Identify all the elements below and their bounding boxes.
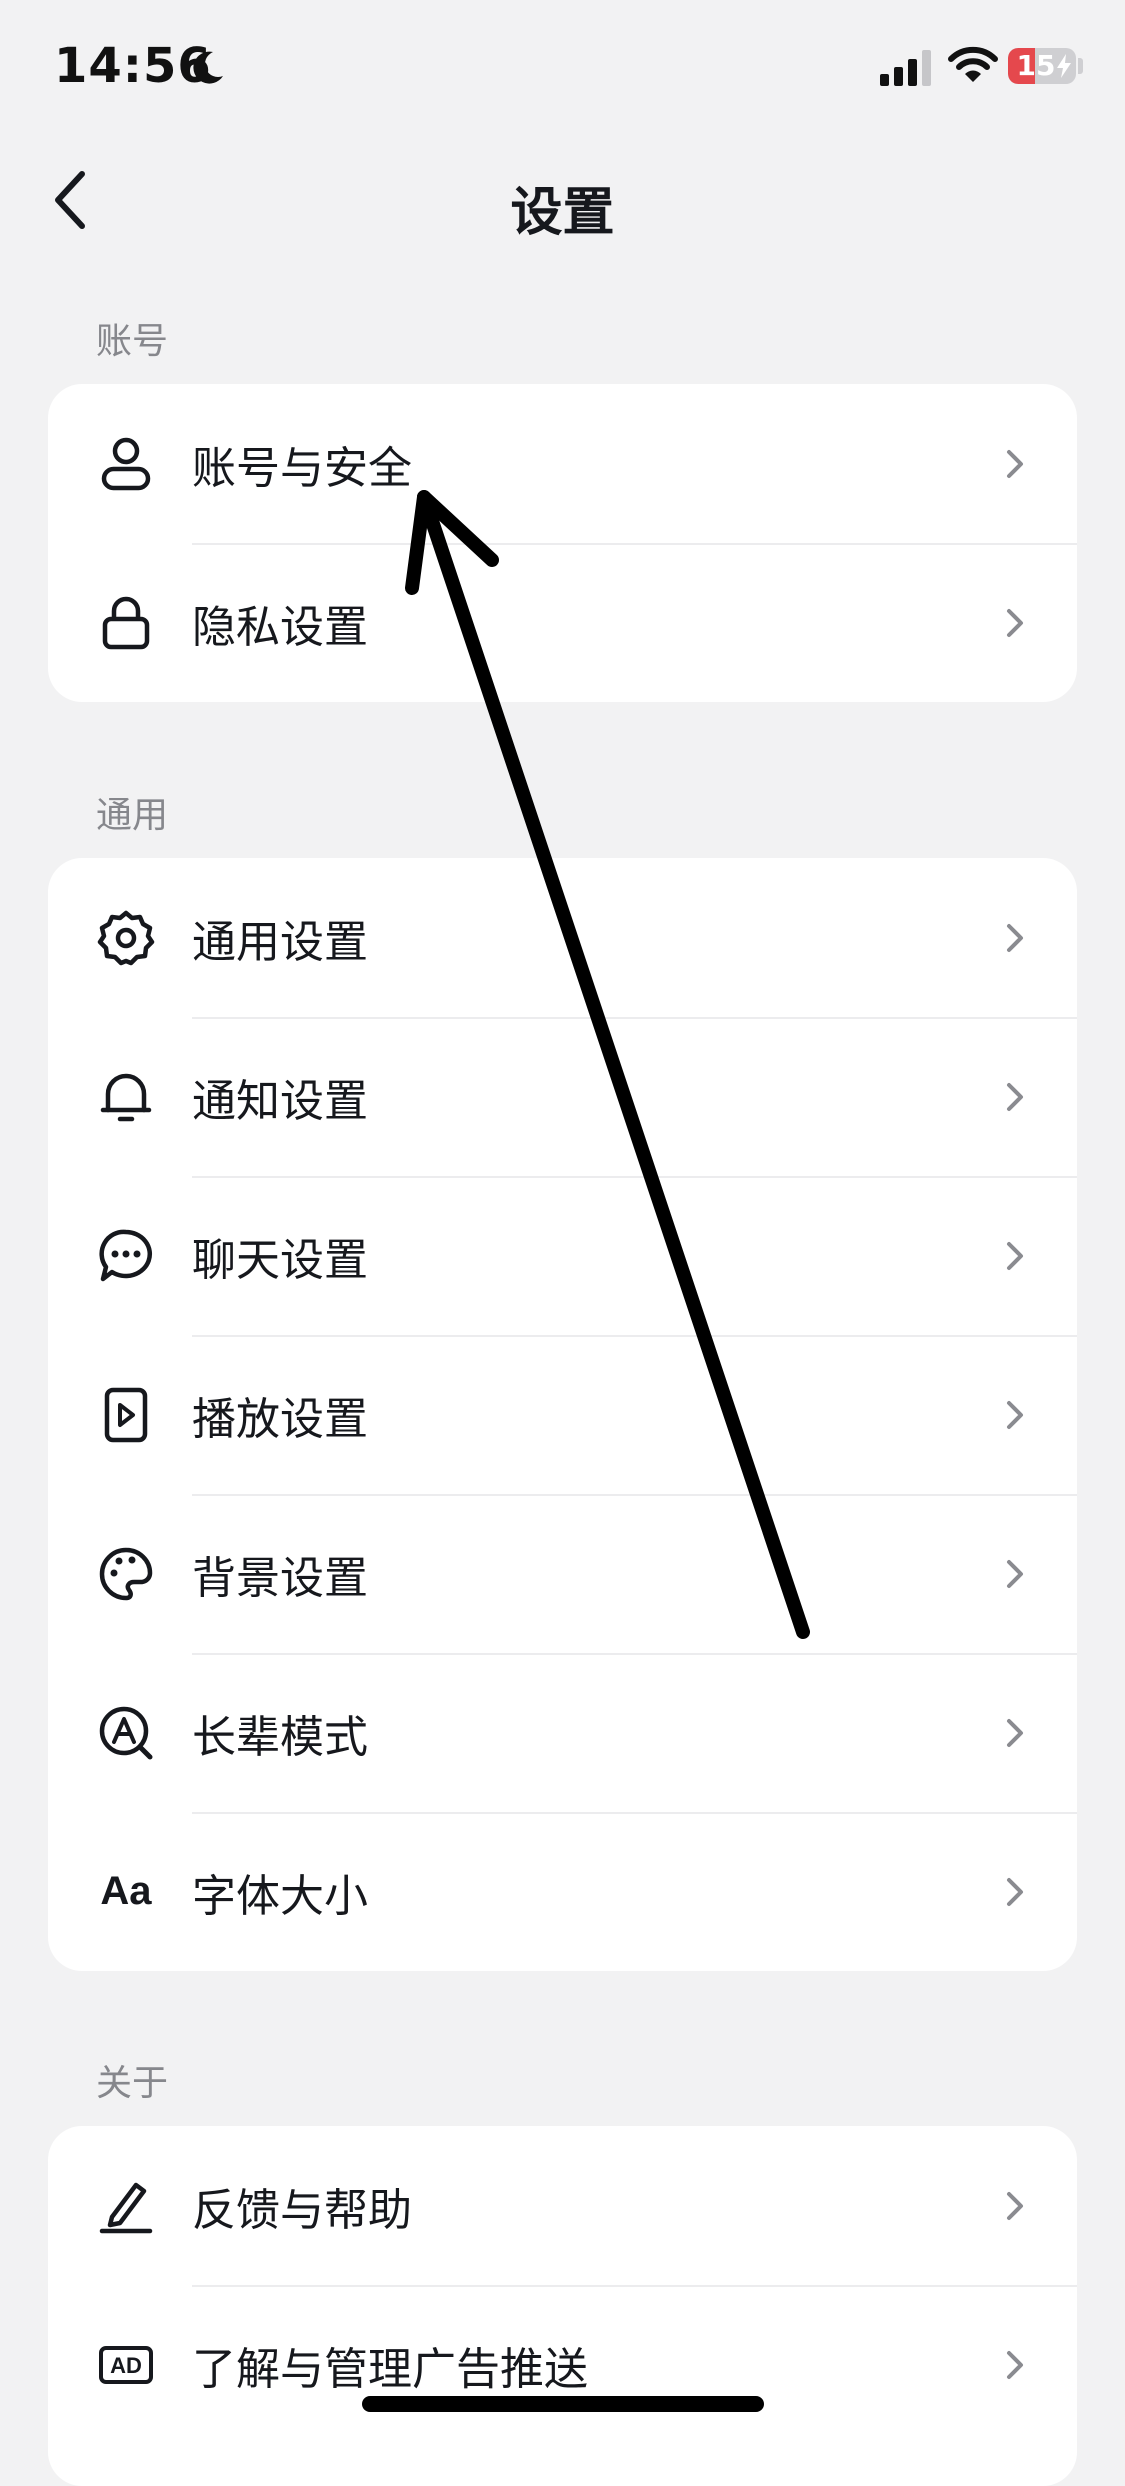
- chevron-right-icon: [1007, 1082, 1023, 1111]
- settings-row-playback[interactable]: 播放设置: [48, 1335, 1077, 1494]
- row-label: 通用设置: [192, 916, 368, 968]
- row-label: 反馈与帮助: [192, 2184, 412, 2236]
- row-label: 背景设置: [192, 1552, 368, 1604]
- account-card: 账号与安全 隐私设置: [48, 384, 1077, 702]
- settings-row-feedback[interactable]: 反馈与帮助: [48, 2126, 1077, 2285]
- status-bar: 14:56 15: [0, 0, 1125, 130]
- palette-icon: [96, 1544, 156, 1604]
- settings-row-background[interactable]: 背景设置: [48, 1494, 1077, 1653]
- general-card: 通用设置 通知设置 聊天设置 播放设置 背景设置 长辈模式 Aa 字体大小: [48, 858, 1077, 1971]
- gear-icon: [96, 908, 156, 968]
- chat-icon: [96, 1226, 156, 1286]
- chevron-right-icon: [1007, 2350, 1023, 2379]
- row-label: 账号与安全: [192, 442, 412, 494]
- settings-row-chat[interactable]: 聊天设置: [48, 1176, 1077, 1335]
- lock-icon: [96, 593, 156, 653]
- row-label: 聊天设置: [192, 1234, 368, 1286]
- section-label-about: 关于: [96, 2063, 169, 2104]
- bell-icon: [96, 1067, 156, 1127]
- settings-row-privacy[interactable]: 隐私设置: [48, 543, 1077, 702]
- nav-header: 设置: [0, 140, 1125, 260]
- ad-icon: AD: [96, 2335, 156, 2395]
- edit-icon: [96, 2176, 156, 2236]
- section-label-account: 账号: [96, 321, 169, 362]
- elder-mode-icon: [96, 1703, 156, 1763]
- chevron-right-icon: [1007, 2191, 1023, 2220]
- font-size-icon: Aa: [96, 1862, 156, 1922]
- row-label: 了解与管理广告推送: [192, 2343, 588, 2395]
- charging-bolt-icon: [1057, 54, 1071, 78]
- chevron-right-icon: [1007, 608, 1023, 637]
- settings-row-notification[interactable]: 通知设置: [48, 1017, 1077, 1176]
- chevron-right-icon: [1007, 923, 1023, 952]
- settings-row-font-size[interactable]: Aa 字体大小: [48, 1812, 1077, 1971]
- battery-nub: [1078, 58, 1083, 74]
- chevron-right-icon: [1007, 1559, 1023, 1588]
- section-label-general: 通用: [96, 795, 169, 836]
- signal-icon: [880, 50, 931, 86]
- ad-icon-text: AD: [110, 2353, 142, 2378]
- settings-row-account-security[interactable]: 账号与安全: [48, 384, 1077, 543]
- user-icon: [96, 434, 156, 494]
- battery-indicator: 15: [1008, 48, 1076, 84]
- page-title: 设置: [510, 183, 615, 243]
- play-icon: [96, 1385, 156, 1445]
- chevron-right-icon: [1007, 1718, 1023, 1747]
- wifi-icon: [948, 46, 998, 82]
- row-label: 隐私设置: [192, 601, 368, 653]
- chevron-right-icon: [1007, 1241, 1023, 1270]
- home-indicator[interactable]: [362, 2396, 764, 2412]
- moon-icon: [193, 51, 223, 84]
- settings-row-elder-mode[interactable]: 长辈模式: [48, 1653, 1077, 1812]
- settings-row-ad-preferences[interactable]: AD 了解与管理广告推送: [48, 2285, 1077, 2444]
- chevron-right-icon: [1007, 1877, 1023, 1906]
- chevron-right-icon: [1007, 1400, 1023, 1429]
- chevron-right-icon: [1007, 449, 1023, 478]
- row-label: 字体大小: [192, 1870, 368, 1922]
- settings-row-general[interactable]: 通用设置: [48, 858, 1077, 1017]
- row-label: 播放设置: [192, 1393, 368, 1445]
- font-size-icon-text: Aa: [100, 1869, 152, 1913]
- row-label: 通知设置: [192, 1075, 368, 1127]
- about-card: 反馈与帮助 AD 了解与管理广告推送: [48, 2126, 1077, 2486]
- row-label: 长辈模式: [192, 1711, 368, 1763]
